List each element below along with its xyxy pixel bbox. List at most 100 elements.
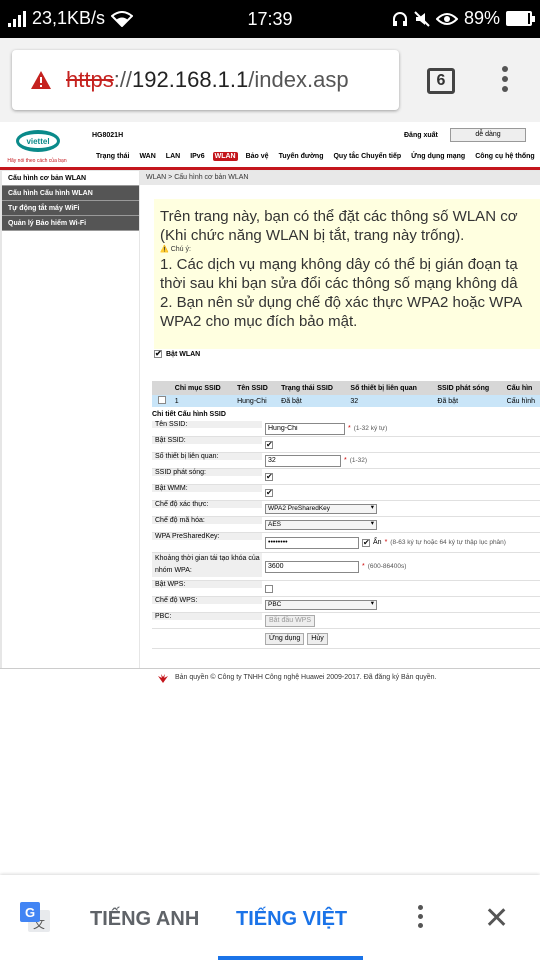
enable-wlan-checkbox[interactable] <box>154 350 162 358</box>
col-devices: Số thiết bị liên quan <box>344 381 432 395</box>
psk-hint: (8-63 ký tự hoặc 64 ký tự thập lục phân) <box>390 539 506 546</box>
cell-broadcast: Đã bật <box>431 395 501 407</box>
sidebar-item-wlan-config[interactable]: Cấu hình Cấu hình WLAN <box>2 186 139 201</box>
battery-percent: 89% <box>463 8 500 28</box>
cell-config: Cấu hình <box>500 395 540 407</box>
col-broadcast: SSID phát sóng <box>431 381 501 395</box>
url-bar[interactable]: https :// 192.168.1.1 /index.asp <box>12 50 399 110</box>
nav-ipv6[interactable]: IPv6 <box>188 152 206 161</box>
devices-input[interactable] <box>265 454 341 467</box>
info-line-1: Trên trang này, bạn có thể đặt các thông… <box>160 208 518 225</box>
info-line-2: (Khi chức năng WLAN bị tắt, trang này tr… <box>160 227 465 244</box>
browser-menu-icon[interactable] <box>500 66 510 96</box>
enable-ssid-label: Bật SSID: <box>152 437 262 444</box>
nav-status[interactable]: Trạng thái <box>94 152 131 161</box>
col-ssid-name: Tên SSID <box>231 381 276 395</box>
info-line-5: 2. Bạn nên sử dụng chế độ xác thực WPA2 … <box>160 294 523 311</box>
rekey-hint: (600-86400s) <box>367 563 407 570</box>
info-line-6: WPA2 cho mục đích bảo mật. <box>160 313 358 330</box>
enc-label: Chế độ mã hóa: <box>152 517 262 524</box>
table-row[interactable]: 1 Hung-Chi Đã bật 32 Đã bật Cấu hình <box>152 395 540 407</box>
url-path: /index.asp <box>248 67 349 92</box>
sidebar-item-wifi-auto-off[interactable]: Tự động tắt máy WiFi <box>2 201 139 216</box>
nav-lan[interactable]: LAN <box>164 152 182 161</box>
rekey-input[interactable] <box>265 560 359 573</box>
nav-forwarding[interactable]: Quy tắc Chuyển tiếp <box>331 152 403 161</box>
psk-input[interactable] <box>265 536 359 549</box>
devices-label: Số thiết bị liên quan: <box>152 453 262 460</box>
rekey-label: Khoảng thời gian tái tạo khóa của nhóm W… <box>152 553 262 577</box>
main-nav: Trạng thái WAN LAN IPv6 WLAN Bảo vệ Tuyế… <box>94 152 537 161</box>
cell-index: 1 <box>168 395 232 407</box>
mode-selector[interactable]: dễ dàng <box>450 128 526 142</box>
wps-checkbox[interactable] <box>265 584 273 593</box>
wps-mode-label: Chế độ WPS: <box>152 597 262 604</box>
mute-icon <box>414 10 430 27</box>
details-title: Chi tiết Cấu hình SSID <box>152 411 226 418</box>
ssid-table: Chỉ mục SSID Tên SSID Trạng thái SSID Số… <box>152 381 540 407</box>
logout-link[interactable]: Đăng xuất <box>404 132 438 139</box>
nav-system-tools[interactable]: Công cụ hệ thống <box>473 152 537 161</box>
active-tab-indicator <box>218 956 363 960</box>
auth-label: Chế độ xác thực: <box>152 501 262 508</box>
nav-applications[interactable]: Ứng dụng mạng <box>409 152 467 161</box>
start-wps-button[interactable]: Bắt đầu WPS <box>265 614 316 627</box>
auth-select[interactable]: WPA2 PreSharedKey <box>265 503 377 514</box>
enable-wlan-label: Bật WLAN <box>166 350 201 358</box>
wmm-checkbox[interactable] <box>265 488 273 497</box>
enc-select[interactable]: AES <box>265 519 377 530</box>
ssid-form: Tên SSID:*(1-32 ký tự) Bật SSID: Số thiế… <box>152 421 540 649</box>
url-host: 192.168.1.1 <box>132 67 249 92</box>
nav-wan[interactable]: WAN <box>137 152 157 161</box>
note-label: Chú ý: <box>170 246 191 253</box>
warning-icon: ⚠️ <box>160 246 169 253</box>
url-scheme: https <box>66 67 114 92</box>
nav-wlan[interactable]: WLAN <box>212 152 238 161</box>
broadcast-checkbox[interactable] <box>265 472 273 481</box>
viettel-logo: viettel Hãy nói theo cách của bạn <box>7 130 67 164</box>
translate-bar: 文 G TIẾNG ANH TIẾNG VIỆT ✕ <box>0 875 540 960</box>
url-separator: :// <box>113 67 133 92</box>
source-language-tab[interactable]: TIẾNG ANH <box>90 908 199 931</box>
target-language-tab[interactable]: TIẾNG VIỆT <box>236 908 347 931</box>
hide-psk-checkbox[interactable] <box>362 538 370 547</box>
status-bar: 23,1KB/s 17:39 89% <box>0 0 540 38</box>
cancel-button[interactable]: Hủy <box>307 632 328 645</box>
pbc-label: PBC: <box>152 613 262 620</box>
apply-button[interactable]: Ứng dụng <box>265 632 305 645</box>
tab-switcher-button[interactable]: 6 <box>427 68 455 94</box>
translate-menu-icon[interactable] <box>415 905 425 935</box>
info-line-3: 1. Các dịch vụ mạng không dây có thể bị … <box>160 256 518 273</box>
row-select-checkbox[interactable] <box>158 396 166 404</box>
warning-icon[interactable] <box>30 70 52 90</box>
eye-icon <box>435 12 458 25</box>
main-content: WLAN > Cấu hình cơ bản WLAN Trên trang n… <box>140 171 540 671</box>
breadcrumb: WLAN > Cấu hình cơ bản WLAN <box>140 171 540 185</box>
nav-security[interactable]: Bảo vệ <box>244 152 271 161</box>
sidebar-item-wifi-protection[interactable]: Quản lý Bảo hiểm Wi-Fi <box>2 216 139 231</box>
ssid-name-hint: (1-32 ký tự) <box>353 425 388 432</box>
broadcast-label: SSID phát sóng: <box>152 469 262 476</box>
close-icon[interactable]: ✕ <box>484 904 509 934</box>
ssid-name-input[interactable] <box>265 422 345 435</box>
wps-label: Bật WPS: <box>152 581 262 588</box>
sidebar: Cấu hình cơ bản WLAN Cấu hình Cấu hình W… <box>2 171 139 671</box>
enable-ssid-checkbox[interactable] <box>265 440 273 449</box>
browser-toolbar: https :// 192.168.1.1 /index.asp 6 <box>0 38 540 122</box>
info-box: Trên trang này, bạn có thể đặt các thông… <box>154 199 540 349</box>
cell-name: Hung-Chi <box>231 395 276 407</box>
wps-mode-select[interactable]: PBC <box>265 599 377 610</box>
cell-devices: 32 <box>344 395 432 407</box>
router-header: viettel Hãy nói theo cách của bạn HG8021… <box>0 122 540 170</box>
ssid-name-label: Tên SSID: <box>152 421 262 428</box>
sidebar-item-wlan-basic[interactable]: Cấu hình cơ bản WLAN <box>2 171 139 186</box>
router-model: HG8021H <box>92 132 124 139</box>
hide-psk-label: Ẩn <box>373 539 382 546</box>
svg-text:Hãy nói theo cách của bạn: Hãy nói theo cách của bạn <box>7 157 66 164</box>
svg-text:G: G <box>25 905 35 920</box>
router-page: viettel Hãy nói theo cách của bạn HG8021… <box>0 122 540 686</box>
nav-route[interactable]: Tuyến đường <box>277 152 326 161</box>
cell-status: Đã bật <box>275 395 345 407</box>
col-ssid-index: Chỉ mục SSID <box>168 381 232 395</box>
col-config: Cấu hìn <box>500 381 540 395</box>
